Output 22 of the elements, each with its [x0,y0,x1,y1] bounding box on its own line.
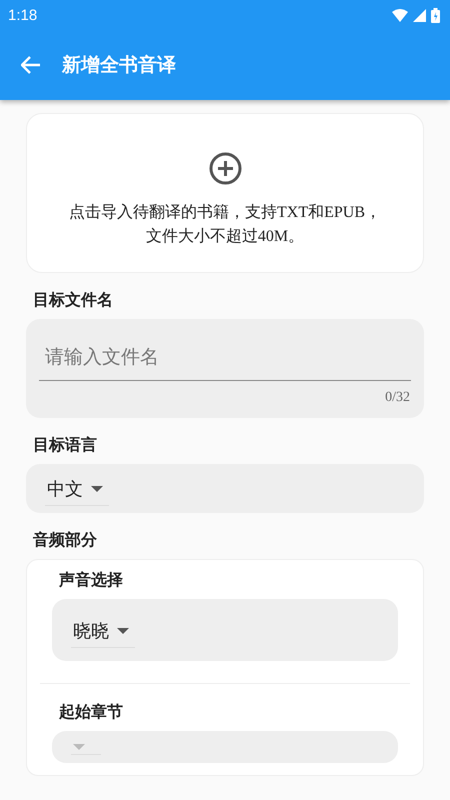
caret-icon [73,744,85,750]
add-circle-icon [208,152,242,184]
battery-icon [431,8,440,22]
character-counter: 0/32 [385,390,410,406]
status-time: 1:18 [8,6,38,24]
dropdown[interactable]: 晓晓 [71,612,135,648]
file-name-field[interactable]: 请输入文件名 [39,319,411,381]
caret-icon [117,628,129,634]
upload-hint: 点击导入待翻译的书籍，支持TXT和EPUB， 文件大小不超过40M。 [69,202,381,246]
page-title: 新增全书音译 [62,53,176,78]
file-name-field-box[interactable]: 请输入文件名 0/32 [26,319,424,418]
section-label: 音频部分 [33,530,98,551]
section-label: 目标文件名 [33,290,114,311]
upload-card[interactable]: 点击导入待翻译的书籍，支持TXT和EPUB， 文件大小不超过40M。 [26,113,424,273]
caret-icon [91,486,103,492]
section-label: 目标语言 [33,435,98,456]
field-label: 起始章节 [59,702,124,723]
back-arrow-icon[interactable] [21,56,41,74]
signal-icon [413,8,426,22]
wifi-icon [392,8,408,22]
field-label: 声音选择 [59,570,124,591]
language-dropdown[interactable]: 中文 [45,471,109,506]
